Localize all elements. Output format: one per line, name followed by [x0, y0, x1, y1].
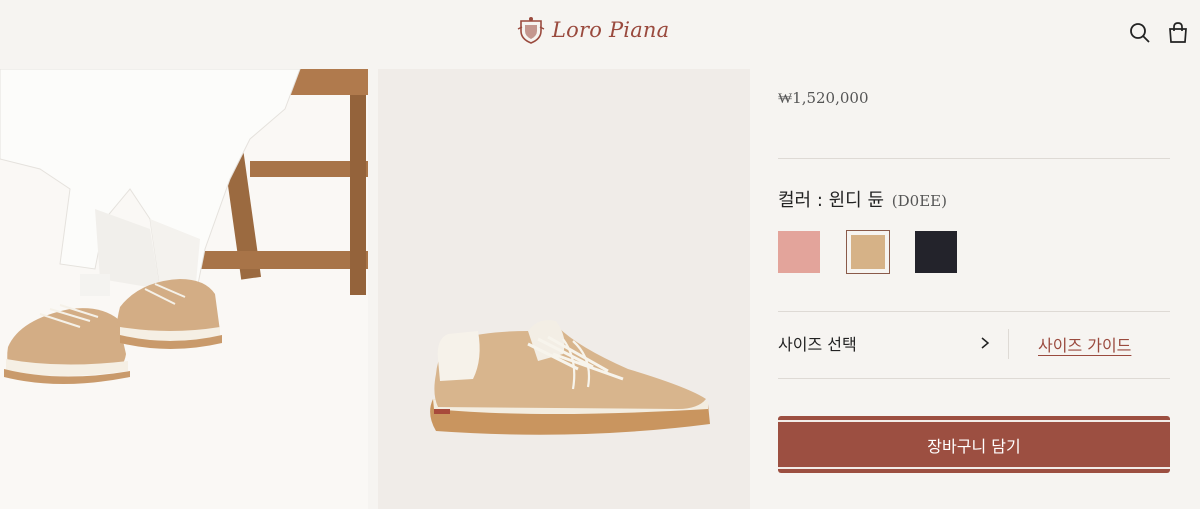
search-icon[interactable]: [1128, 21, 1152, 45]
size-guide-link[interactable]: 사이즈 가이드: [1038, 332, 1131, 356]
add-to-cart-button[interactable]: 장바구니 담기: [778, 416, 1170, 473]
product-price: ₩1,520,000: [778, 89, 869, 107]
color-code: (D0EE): [891, 192, 947, 210]
color-name: 컬러 : 윈디 듄: [778, 190, 885, 211]
product-lifestyle-image[interactable]: [0, 69, 368, 509]
shopping-bag-icon[interactable]: [1166, 21, 1190, 45]
size-select[interactable]: 사이즈 선택: [778, 331, 857, 355]
brand-logo[interactable]: Loro Piana: [516, 15, 669, 45]
site-header: Loro Piana: [0, 0, 1200, 69]
divider: [778, 311, 1170, 312]
swatch-pink[interactable]: [778, 231, 820, 273]
divider: [778, 158, 1170, 159]
crest-icon: [517, 17, 545, 44]
vertical-divider: [1008, 329, 1009, 359]
brand-name: Loro Piana: [552, 18, 670, 42]
chevron-right-icon[interactable]: [978, 336, 992, 350]
gallery-gap: [368, 69, 378, 509]
swatch-navy[interactable]: [915, 231, 957, 273]
swatch-sand-selected[interactable]: [846, 230, 890, 274]
product-image[interactable]: [378, 69, 750, 509]
color-label: 컬러 : 윈디 듄 (D0EE): [778, 186, 947, 212]
divider: [778, 378, 1170, 379]
